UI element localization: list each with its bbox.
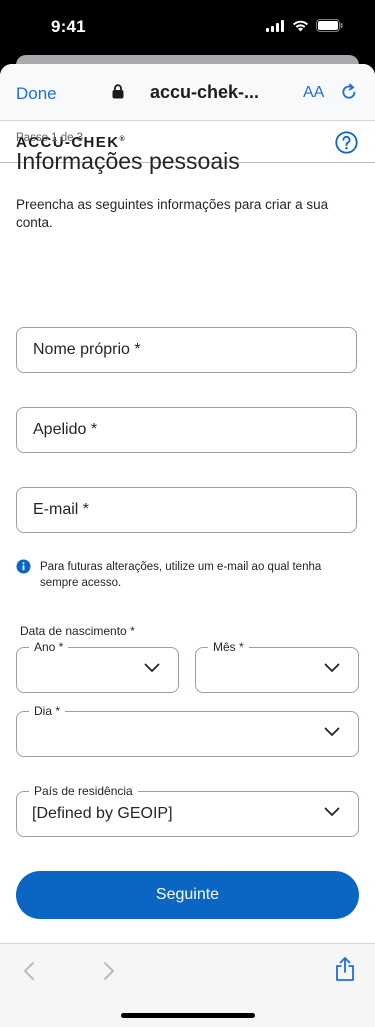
- forward-arrow-icon[interactable]: [102, 961, 116, 981]
- month-select[interactable]: Mês *: [195, 640, 359, 693]
- battery-icon: [316, 19, 343, 32]
- info-icon: [16, 559, 31, 574]
- last-name-field[interactable]: Apelido *: [16, 407, 357, 453]
- month-label: Mês *: [208, 640, 249, 654]
- lock-icon: [112, 84, 124, 99]
- email-field[interactable]: E-mail *: [16, 487, 357, 533]
- country-label: País de residência: [29, 784, 138, 798]
- wifi-icon: [293, 20, 308, 31]
- home-indicator: [121, 1013, 255, 1018]
- reload-icon[interactable]: [340, 83, 358, 101]
- country-select[interactable]: País de residência [Defined by GEOIP]: [16, 784, 359, 837]
- text-size-label: AA: [303, 84, 325, 101]
- back-arrow-icon[interactable]: [22, 961, 36, 981]
- email-info-text: Para futuras alterações, utilize um e-ma…: [40, 561, 322, 589]
- status-bar: 9:41: [0, 0, 375, 56]
- chevron-down-icon: [144, 663, 160, 672]
- share-icon[interactable]: [334, 956, 356, 982]
- page-title: Informações pessoais: [16, 148, 240, 174]
- status-icons: [266, 19, 343, 32]
- cellular-signal-icon: [266, 19, 284, 32]
- year-select[interactable]: Ano *: [16, 640, 179, 693]
- next-button[interactable]: Seguinte: [16, 871, 359, 919]
- done-button[interactable]: Done: [16, 84, 57, 104]
- first-name-placeholder: Nome próprio *: [33, 341, 141, 358]
- status-time: 9:41: [51, 17, 86, 36]
- chevron-down-icon: [324, 663, 340, 672]
- day-select[interactable]: Dia *: [16, 704, 359, 757]
- chevron-down-icon: [324, 727, 340, 736]
- text-size-button[interactable]: AA: [303, 84, 324, 102]
- step-indicator: Passo 1 de 3: [16, 132, 84, 144]
- browser-toolbar: [0, 943, 375, 1027]
- last-name-placeholder: Apelido *: [33, 421, 98, 438]
- browser-nav-bar: Done accu-chek-... AA: [0, 64, 375, 121]
- url-text[interactable]: accu-chek-...: [150, 82, 259, 103]
- logo-registered-mark: ®: [119, 136, 125, 143]
- date-of-birth-label: Data de nascimento *: [20, 624, 135, 638]
- year-label: Ano *: [29, 640, 69, 654]
- day-label: Dia *: [29, 704, 66, 718]
- first-name-field[interactable]: Nome próprio *: [16, 327, 357, 373]
- chevron-down-icon: [324, 807, 340, 816]
- form-description: Preencha as seguintes informações para c…: [16, 197, 329, 230]
- country-value: [Defined by GEOIP]: [32, 805, 173, 822]
- help-icon[interactable]: [335, 131, 358, 154]
- email-placeholder: E-mail *: [33, 501, 90, 518]
